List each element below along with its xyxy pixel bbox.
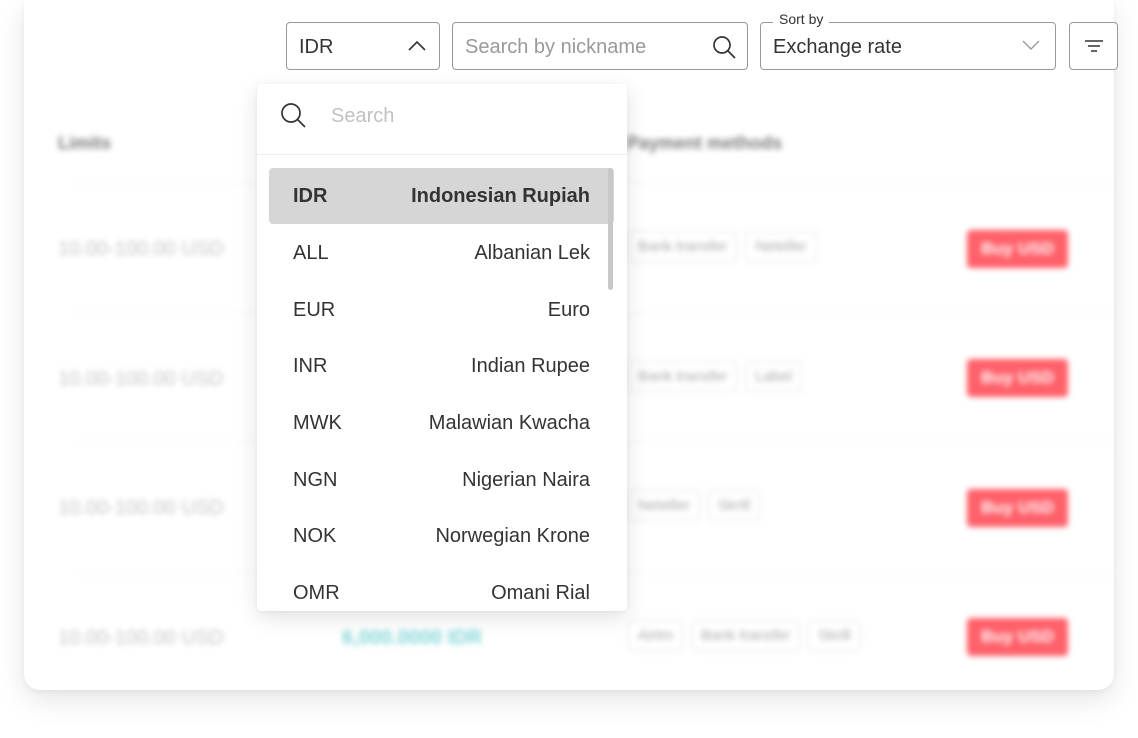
currency-name: Euro [547,298,590,321]
payment-method-chip: Neteller [628,490,700,521]
currency-search-input[interactable]: Search [257,84,627,155]
currency-select[interactable]: IDR [286,22,440,70]
currency-code: OMR [293,581,340,604]
sort-by-value: Exchange rate [773,36,902,58]
payment-methods-list: Airtm Bank transfer Skrill [628,620,861,651]
nickname-search-input[interactable]: Search by nickname [452,22,748,70]
currency-option-idr[interactable]: IDR Indonesian Rupiah [269,168,614,224]
payment-method-chip: Bank transfer [628,231,738,262]
filter-icon [1084,38,1104,59]
currency-name: Albanian Lek [474,241,590,264]
row-limits: 10.00-100.00 USD [58,368,224,390]
buy-button[interactable]: Buy USD [967,230,1068,268]
payment-methods-list: Bank transfer Neteller [628,231,817,262]
currency-code: NOK [293,524,337,547]
currency-dropdown: Search IDR Indonesian Rupiah ALL Albania… [257,84,627,611]
payment-method-chip: Label [745,361,802,392]
payment-method-chip: Skrill [808,620,861,651]
search-icon [279,101,307,134]
payment-methods-list: Neteller Skrill [628,490,761,521]
row-limits: 10.00-100.00 USD [58,238,224,260]
dropdown-scrollbar[interactable] [608,168,613,290]
currency-name: Indian Rupee [471,354,590,377]
chevron-down-icon [1021,38,1041,57]
currency-option-omr[interactable]: OMR Omani Rial [269,565,614,611]
filter-button[interactable] [1069,22,1118,70]
header-limits: Limits [58,133,112,153]
currency-name: Indonesian Rupiah [411,184,590,207]
payment-method-chip: Airtm [628,620,683,651]
chevron-up-icon [407,38,427,57]
payment-method-chip: Bank transfer [628,361,738,392]
sort-by-select[interactable]: Sort by Exchange rate [760,11,1056,70]
currency-code: IDR [293,184,328,207]
currency-select-value: IDR [299,36,334,58]
currency-code: EUR [293,298,336,321]
currency-option-inr[interactable]: INR Indian Rupee [269,338,614,394]
currency-search-placeholder: Search [331,105,395,127]
row-limits: 10.00-100.00 USD [58,497,224,519]
currency-code: NGN [293,468,338,491]
buy-button[interactable]: Buy USD [967,489,1068,527]
payment-methods-list: Bank transfer Label [628,361,802,392]
currency-option-eur[interactable]: EUR Euro [269,282,614,338]
currency-option-nok[interactable]: NOK Norwegian Krone [269,508,614,564]
currency-code: MWK [293,411,342,434]
buy-button[interactable]: Buy USD [967,618,1068,656]
row-price: 6,000.0000 IDR [342,627,483,649]
currency-option-ngn[interactable]: NGN Nigerian Naira [269,452,614,508]
nickname-search-placeholder: Search by nickname [465,36,647,58]
currency-code: ALL [293,241,329,264]
payment-method-chip: Bank transfer [691,620,801,651]
currency-name: Malawian Kwacha [428,411,590,434]
currency-name: Nigerian Naira [462,468,590,491]
currency-option-mwk[interactable]: MWK Malawian Kwacha [269,395,614,451]
search-icon [711,34,737,65]
currency-name: Norwegian Krone [435,524,590,547]
currency-option-all[interactable]: ALL Albanian Lek [269,225,614,281]
payment-method-chip: Neteller [745,231,817,262]
currency-name: Omani Rial [491,581,590,604]
sort-by-label: Sort by [773,11,830,27]
header-payment-methods: Payment methods [627,133,783,153]
currency-code: INR [293,354,328,377]
buy-button[interactable]: Buy USD [967,359,1068,397]
payment-method-chip: Skrill [707,490,761,521]
row-limits: 10.00-100.00 USD [58,627,224,649]
